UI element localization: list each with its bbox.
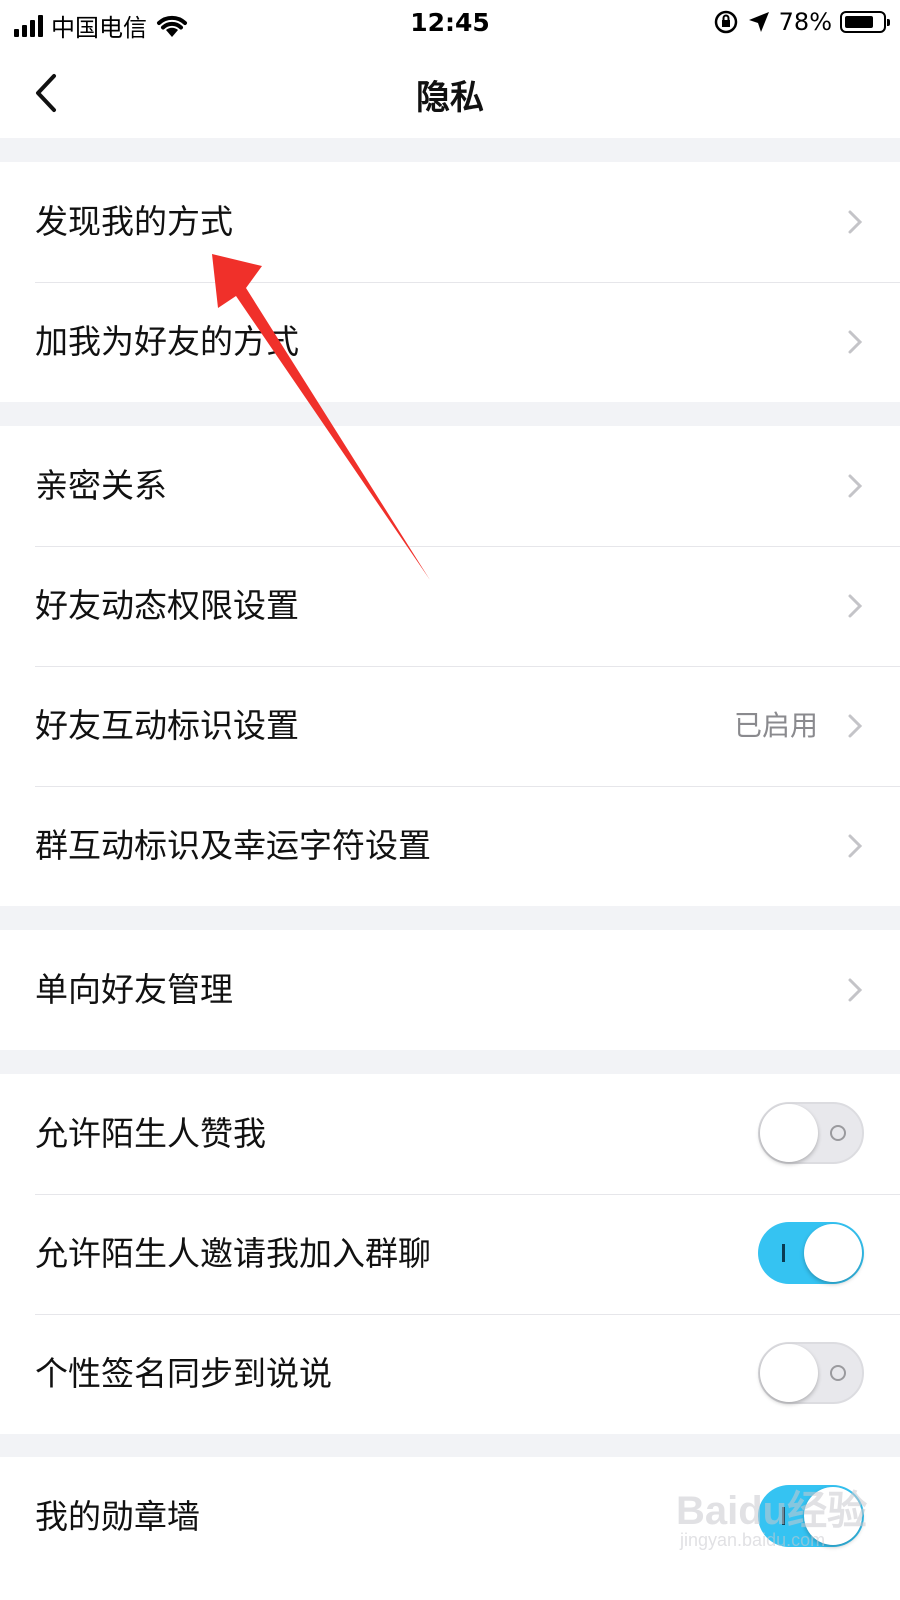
- setting-label: 加我为好友的方式: [35, 322, 299, 361]
- chevron-right-icon: [848, 978, 863, 1002]
- watermark-url: jingyan.baidu.com: [680, 1530, 826, 1550]
- setting-label: 个性签名同步到说说: [35, 1354, 332, 1393]
- setting-row-discover-me[interactable]: 发现我的方式: [0, 162, 900, 282]
- setting-row-stranger-group-invite: 允许陌生人邀请我加入群聊: [0, 1194, 900, 1314]
- battery-percent: 78%: [778, 8, 832, 36]
- baidu-watermark: Baidu经验 jingyan.baidu.com: [676, 1468, 886, 1560]
- toggle-knob: [760, 1344, 818, 1402]
- setting-label: 允许陌生人邀请我加入群聊: [35, 1234, 431, 1273]
- chevron-right-icon: [848, 594, 863, 618]
- setting-status-value: 已启用: [733, 709, 818, 742]
- orientation-lock-icon: [714, 10, 737, 34]
- toggle-on-indicator-icon: [782, 1244, 785, 1262]
- setting-row-signature-sync: 个性签名同步到说说: [0, 1314, 900, 1434]
- location-icon: [748, 12, 769, 32]
- chevron-right-icon: [848, 714, 863, 738]
- setting-row-group-badge-lucky-char[interactable]: 群互动标识及幸运字符设置: [0, 786, 900, 906]
- setting-row-friend-interaction-badge[interactable]: 好友互动标识设置 已启用: [0, 666, 900, 786]
- toggle-knob: [804, 1224, 862, 1282]
- setting-label: 我的勋章墙: [35, 1497, 200, 1536]
- setting-label: 单向好友管理: [35, 970, 233, 1009]
- setting-row-one-way-friends[interactable]: 单向好友管理: [0, 930, 900, 1050]
- status-bar: 中国电信 12:45 78%: [0, 0, 900, 48]
- page-title: 隐私: [416, 78, 484, 118]
- chevron-right-icon: [848, 330, 863, 354]
- setting-label: 亲密关系: [35, 466, 167, 505]
- setting-row-add-friend-method[interactable]: 加我为好友的方式: [0, 282, 900, 402]
- chevron-right-icon: [848, 834, 863, 858]
- setting-row-intimate-relationship[interactable]: 亲密关系: [0, 426, 900, 546]
- battery-icon: [840, 11, 890, 33]
- watermark-brand: Baidu经验: [676, 1489, 868, 1533]
- setting-label: 群互动标识及幸运字符设置: [35, 826, 431, 865]
- setting-label: 好友互动标识设置: [35, 706, 299, 745]
- settings-group-one-way: 单向好友管理: [0, 930, 900, 1050]
- chevron-right-icon: [848, 210, 863, 234]
- settings-group-relationships: 亲密关系 好友动态权限设置 好友互动标识设置 已启用 群互动标识及幸运字符设置: [0, 426, 900, 906]
- setting-row-feed-permissions[interactable]: 好友动态权限设置: [0, 546, 900, 666]
- status-right: 78%: [713, 8, 890, 36]
- settings-group-discovery: 发现我的方式 加我为好友的方式: [0, 162, 900, 402]
- chevron-right-icon: [848, 474, 863, 498]
- setting-label: 允许陌生人赞我: [35, 1114, 266, 1153]
- toggle-off-indicator-icon: [830, 1125, 846, 1141]
- stranger-group-invite-toggle[interactable]: [758, 1222, 864, 1284]
- setting-label: 好友动态权限设置: [35, 586, 299, 625]
- settings-group-strangers: 允许陌生人赞我 允许陌生人邀请我加入群聊 个性签名同步到说说: [0, 1074, 900, 1434]
- toggle-knob: [760, 1104, 818, 1162]
- setting-row-stranger-likes: 允许陌生人赞我: [0, 1074, 900, 1194]
- navigation-bar: 隐私: [0, 48, 900, 138]
- signature-sync-toggle[interactable]: [758, 1342, 864, 1404]
- stranger-likes-toggle[interactable]: [758, 1102, 864, 1164]
- toggle-off-indicator-icon: [830, 1365, 846, 1381]
- setting-label: 发现我的方式: [35, 202, 233, 241]
